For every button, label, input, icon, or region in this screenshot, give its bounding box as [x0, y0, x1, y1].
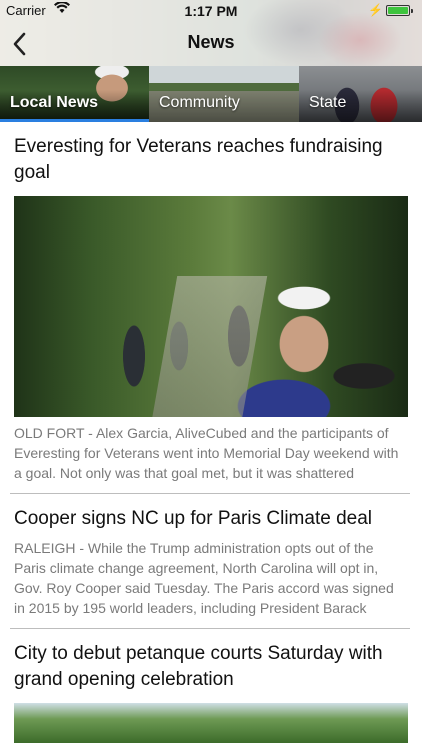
- article-item[interactable]: City to debut petanque courts Saturday w…: [0, 629, 422, 743]
- battery-icon: [386, 5, 413, 16]
- article-headline[interactable]: Everesting for Veterans reaches fundrais…: [14, 122, 408, 186]
- battery-fill: [388, 7, 408, 14]
- status-time: 1:17 PM: [184, 3, 238, 19]
- article-headline[interactable]: Cooper signs NC up for Paris Climate dea…: [14, 494, 408, 532]
- article-photo[interactable]: [14, 703, 408, 743]
- tab-state[interactable]: State: [299, 66, 422, 122]
- status-bar: Carrier 1:17 PM ⚡: [0, 0, 422, 22]
- article-item[interactable]: Everesting for Veterans reaches fundrais…: [0, 122, 422, 483]
- article-item[interactable]: Cooper signs NC up for Paris Climate dea…: [0, 494, 422, 618]
- chevron-left-icon: [13, 32, 26, 56]
- tab-community[interactable]: Community: [149, 66, 299, 122]
- tab-local-news[interactable]: Local News: [0, 66, 149, 122]
- category-tabs: Local News Community State: [0, 66, 422, 122]
- article-headline[interactable]: City to debut petanque courts Saturday w…: [14, 629, 408, 693]
- navigation-bar: News: [0, 22, 422, 66]
- charging-icon: ⚡: [368, 3, 383, 17]
- page-title: News: [187, 32, 235, 52]
- tab-label: State: [309, 94, 347, 111]
- article-photo[interactable]: [14, 196, 408, 417]
- article-list: Everesting for Veterans reaches fundrais…: [0, 122, 422, 743]
- article-summary: OLD FORT - Alex Garcia, AliveCubed and t…: [14, 425, 399, 481]
- back-button[interactable]: [4, 26, 34, 62]
- tab-label: Local News: [10, 94, 99, 111]
- tab-label: Community: [159, 94, 240, 111]
- article-summary: RALEIGH - While the Trump administration…: [14, 540, 394, 616]
